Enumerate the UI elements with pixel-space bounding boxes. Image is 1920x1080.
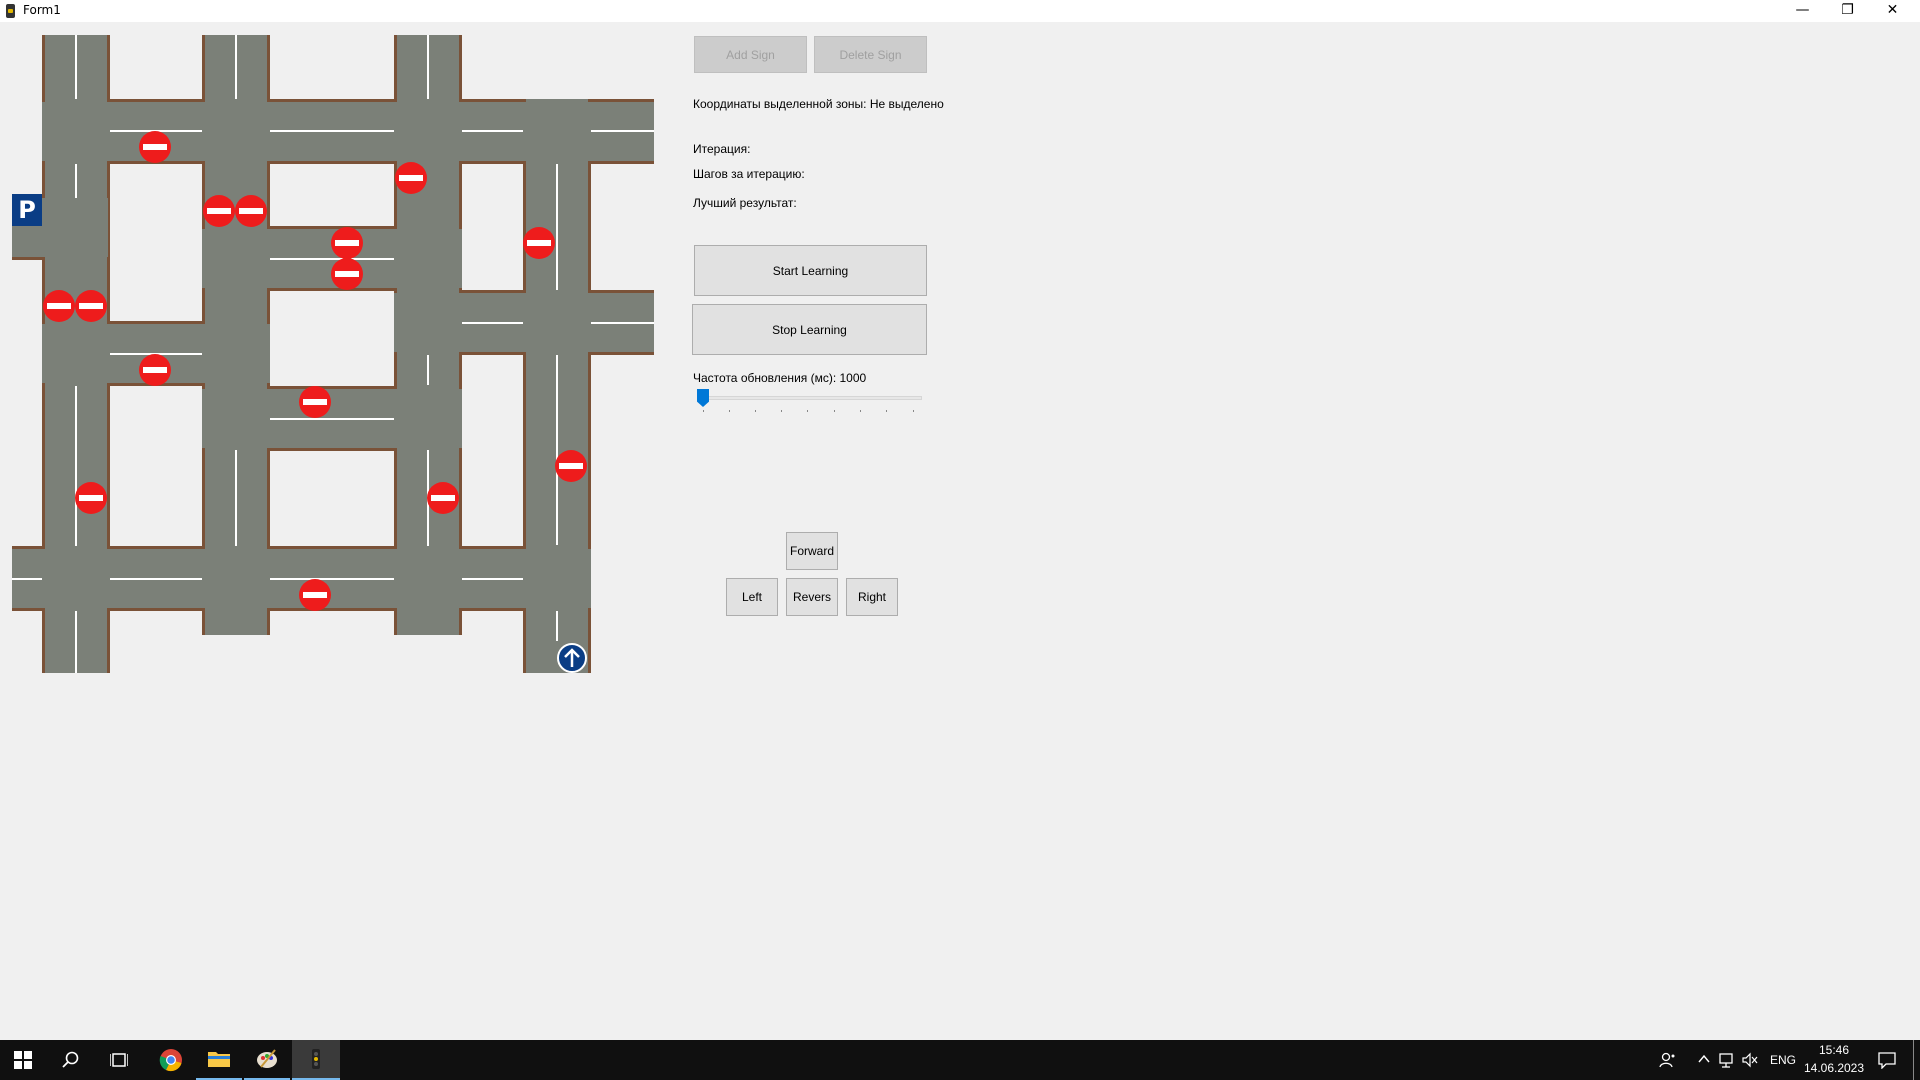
restore-button[interactable]: ❐ (1825, 0, 1870, 22)
no-entry-sign[interactable] (75, 290, 107, 322)
network-icon[interactable] (1718, 1052, 1734, 1073)
chrome-icon[interactable] (148, 1040, 194, 1080)
minimize-button[interactable]: — (1780, 0, 1825, 22)
taskbar: ENG 15:46 14.06.2023 (0, 1040, 1920, 1080)
no-entry-sign[interactable] (139, 354, 171, 386)
language-indicator[interactable]: ENG (1770, 1053, 1796, 1067)
paint-app-icon[interactable] (244, 1040, 290, 1080)
people-icon[interactable] (1659, 1051, 1677, 1074)
reverse-button[interactable]: Revers (786, 578, 838, 616)
notification-icon[interactable] (1878, 1051, 1896, 1074)
close-button[interactable]: ✕ (1870, 0, 1915, 22)
no-entry-sign[interactable] (43, 290, 75, 322)
no-entry-sign[interactable] (299, 386, 331, 418)
road-map[interactable]: P (0, 0, 700, 700)
no-entry-sign[interactable] (331, 227, 363, 259)
file-explorer-icon[interactable] (196, 1040, 242, 1080)
start-learning-button[interactable]: Start Learning (694, 245, 927, 296)
delete-sign-button[interactable]: Delete Sign (814, 36, 927, 73)
steps-per-iteration-label: Шагов за итерацию: (693, 167, 805, 181)
zone-coords-label: Координаты выделенной зоны: Не выделено (693, 97, 944, 111)
no-entry-sign[interactable] (395, 162, 427, 194)
no-entry-sign[interactable] (523, 227, 555, 259)
no-entry-sign[interactable] (75, 482, 107, 514)
speaker-muted-icon[interactable] (1742, 1052, 1758, 1073)
search-icon[interactable] (48, 1040, 94, 1080)
add-sign-button[interactable]: Add Sign (694, 36, 807, 73)
left-button[interactable]: Left (726, 578, 778, 616)
no-entry-sign[interactable] (427, 482, 459, 514)
no-entry-sign[interactable] (331, 258, 363, 290)
clock-time[interactable]: 15:46 (1803, 1043, 1865, 1057)
parking-sign[interactable]: P (12, 194, 42, 226)
best-result-label: Лучший результат: (693, 196, 797, 210)
forward-button[interactable]: Forward (786, 532, 838, 570)
right-button[interactable]: Right (846, 578, 898, 616)
car-direction-icon (557, 643, 587, 673)
update-frequency-label: Частота обновления (мс): 1000 (693, 371, 867, 385)
no-entry-sign[interactable] (235, 195, 267, 227)
windows-start-icon[interactable] (0, 1040, 46, 1080)
chevron-up-icon[interactable] (1697, 1052, 1711, 1071)
no-entry-sign[interactable] (299, 579, 331, 611)
show-desktop-button[interactable] (1913, 1040, 1914, 1080)
traffic-light-app-icon[interactable] (292, 1040, 340, 1080)
iteration-label: Итерация: (693, 142, 751, 156)
task-view-icon[interactable] (96, 1040, 142, 1080)
no-entry-sign[interactable] (139, 131, 171, 163)
no-entry-sign[interactable] (555, 450, 587, 482)
stop-learning-button[interactable]: Stop Learning (692, 304, 927, 355)
clock-date[interactable]: 14.06.2023 (1803, 1061, 1865, 1075)
no-entry-sign[interactable] (203, 195, 235, 227)
